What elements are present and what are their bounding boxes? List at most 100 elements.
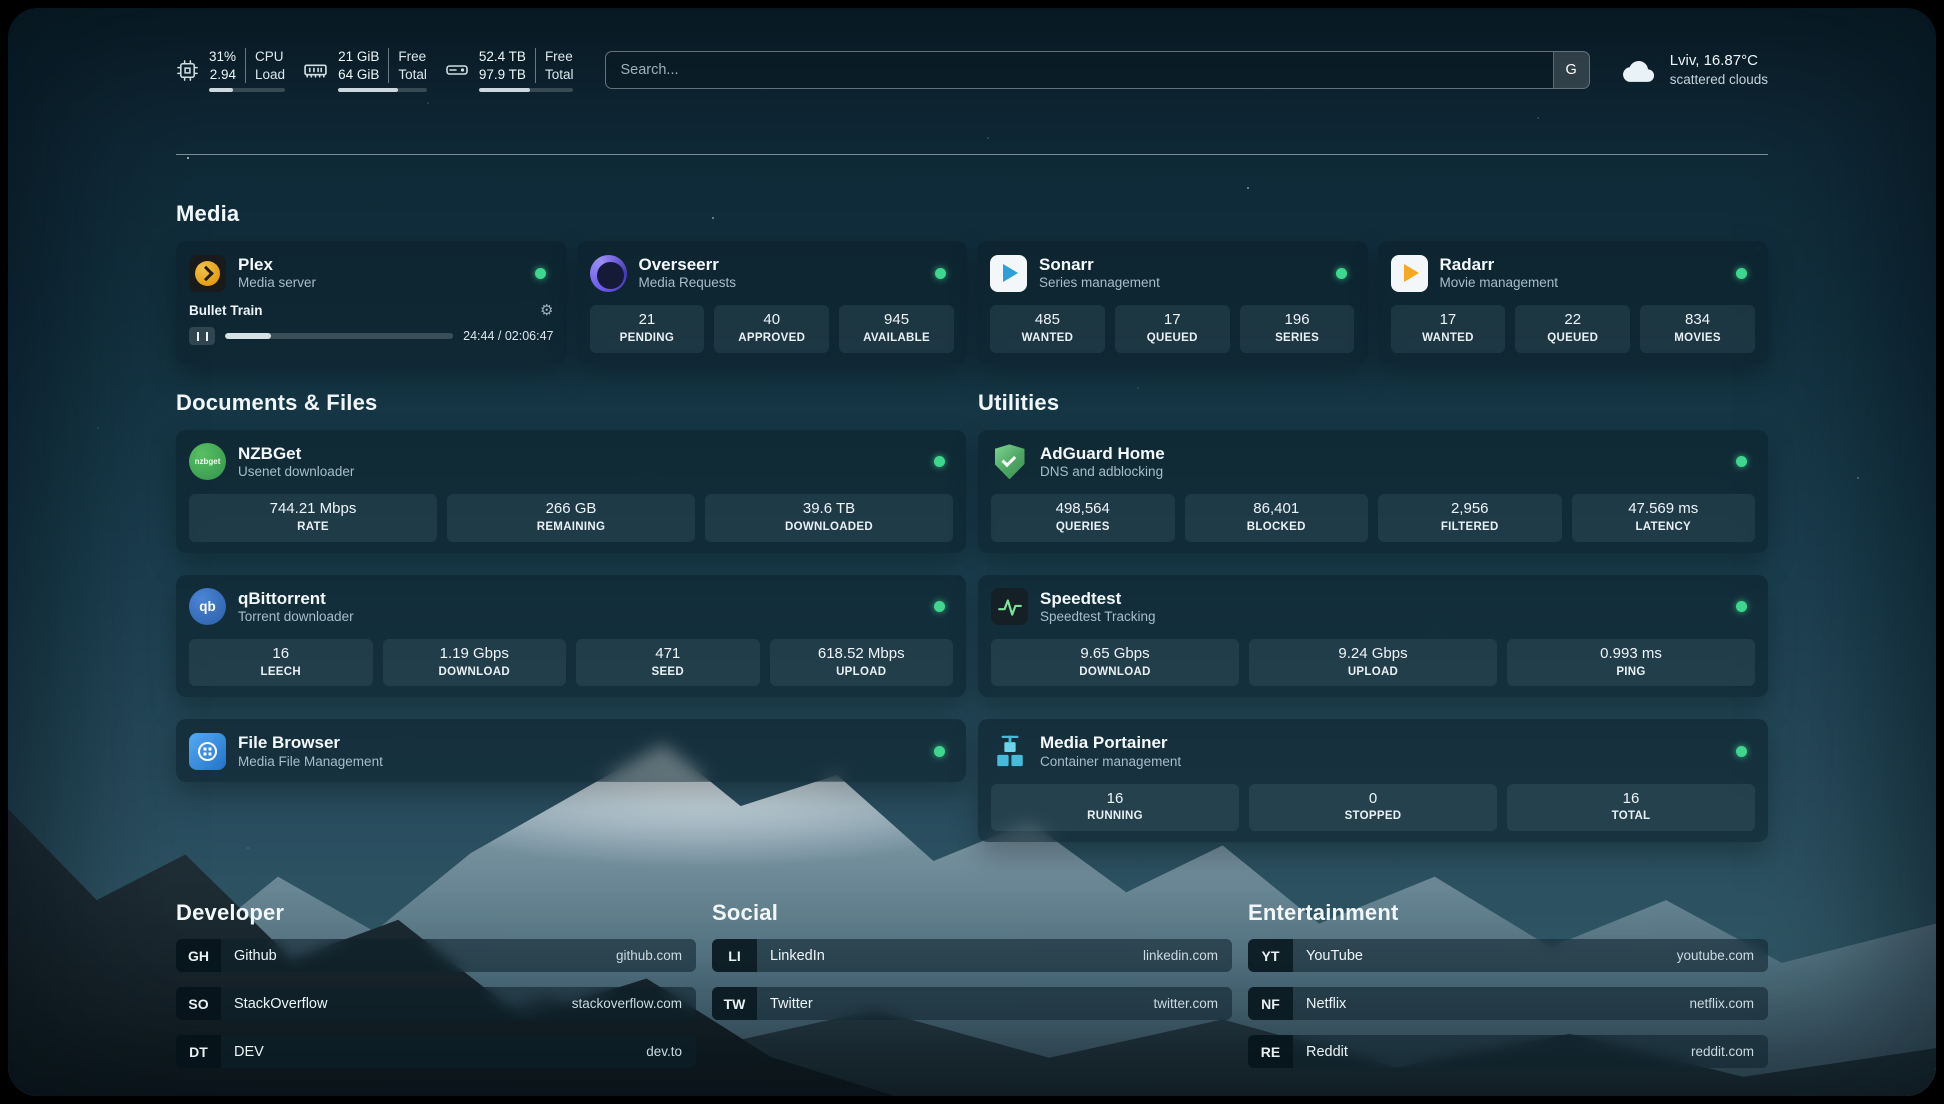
- bookmark-url: linkedin.com: [1143, 939, 1232, 972]
- disk-stat-body: 52.4 TB 97.9 TB Free Total: [479, 48, 574, 92]
- bookmark-dev[interactable]: DT DEV dev.to: [176, 1035, 696, 1068]
- bookmark-name: Netflix: [1293, 987, 1346, 1020]
- sonarr-icon: [990, 255, 1027, 292]
- pause-button[interactable]: [189, 327, 215, 345]
- disk-total-value: 97.9 TB: [479, 66, 526, 84]
- stat-movies: 834MOVIES: [1640, 305, 1755, 353]
- app-card-overseerr[interactable]: Overseerr Media Requests 21PENDING 40APP…: [577, 241, 968, 364]
- bookmark-url: netflix.com: [1689, 987, 1768, 1020]
- app-name: NZBGet: [238, 443, 354, 464]
- bookmark-name: Twitter: [757, 987, 813, 1020]
- status-dot-online: [935, 268, 946, 279]
- filebrowser-icon: [189, 733, 226, 770]
- ram-widget: 21 GiB 64 GiB Free Total: [303, 48, 427, 92]
- dashboard-content: 31% 2.94 CPU Load: [8, 8, 1936, 1068]
- plex-chevron-icon: [195, 261, 220, 286]
- bookmark-url: stackoverflow.com: [572, 987, 696, 1020]
- app-card-nzbget[interactable]: nzbget NZBGet Usenet downloader 744.21 M…: [176, 430, 966, 553]
- social-section-title: Social: [712, 900, 1232, 926]
- app-name: AdGuard Home: [1040, 443, 1165, 464]
- bookmark-github[interactable]: GH Github github.com: [176, 939, 696, 972]
- ram-progress-bar: [338, 88, 427, 92]
- app-description: DNS and adblocking: [1040, 464, 1165, 481]
- radarr-icon: [1391, 255, 1428, 292]
- bookmark-name: Github: [221, 939, 277, 972]
- stat-wanted: 17WANTED: [1391, 305, 1506, 353]
- bookmark-url: github.com: [616, 939, 696, 972]
- app-card-radarr[interactable]: Radarr Movie management 17WANTED 22QUEUE…: [1378, 241, 1769, 364]
- status-dot-online: [934, 746, 945, 757]
- stat-rate: 744.21 MbpsRATE: [189, 494, 437, 542]
- status-dot-online: [535, 268, 546, 279]
- weather-condition: scattered clouds: [1670, 71, 1768, 89]
- status-dot-online: [1336, 268, 1347, 279]
- bookmark-youtube[interactable]: YT YouTube youtube.com: [1248, 939, 1768, 972]
- bookmark-name: YouTube: [1293, 939, 1363, 972]
- section-utilities: Utilities AdGuard Home DNS and adblockin…: [978, 390, 1768, 842]
- bookmark-linkedin[interactable]: LI LinkedIn linkedin.com: [712, 939, 1232, 972]
- ram-total-value: 64 GiB: [338, 66, 379, 84]
- bookmark-stackoverflow[interactable]: SO StackOverflow stackoverflow.com: [176, 987, 696, 1020]
- section-media: Media Plex Media server Bullet Train: [176, 201, 1768, 364]
- app-card-portainer[interactable]: Media Portainer Container management 16R…: [978, 719, 1768, 842]
- section-entertainment: Entertainment YT YouTube youtube.com NF …: [1248, 900, 1768, 1068]
- nzbget-icon-label: nzbget: [195, 457, 221, 466]
- disk-total-label: Total: [545, 66, 574, 84]
- stat-available: 945AVAILABLE: [839, 305, 954, 353]
- bookmark-abbr: DT: [176, 1035, 221, 1068]
- app-card-speedtest[interactable]: Speedtest Speedtest Tracking 9.65 GbpsDO…: [978, 575, 1768, 698]
- gear-icon[interactable]: ⚙: [540, 303, 553, 318]
- stat-queued: 17QUEUED: [1115, 305, 1230, 353]
- qbittorrent-icon: qb: [189, 588, 226, 625]
- now-playing-title: Bullet Train: [189, 303, 263, 318]
- disk-icon: [445, 58, 469, 82]
- bookmark-twitter[interactable]: TW Twitter twitter.com: [712, 987, 1232, 1020]
- bookmark-url: reddit.com: [1691, 1035, 1768, 1068]
- bookmark-name: DEV: [221, 1035, 264, 1068]
- stat-total: 16TOTAL: [1507, 784, 1755, 832]
- cpu-percent: 31%: [209, 48, 236, 66]
- bookmark-reddit[interactable]: RE Reddit reddit.com: [1248, 1035, 1768, 1068]
- app-card-adguard[interactable]: AdGuard Home DNS and adblocking 498,564Q…: [978, 430, 1768, 553]
- stat-upload: 618.52 MbpsUPLOAD: [770, 639, 954, 687]
- app-card-sonarr[interactable]: Sonarr Series management 485WANTED 17QUE…: [977, 241, 1368, 364]
- shield-icon: [995, 444, 1025, 479]
- ram-icon: [303, 58, 328, 83]
- stat-upload: 9.24 GbpsUPLOAD: [1249, 639, 1497, 687]
- stat-pending: 21PENDING: [590, 305, 705, 353]
- nzbget-icon: nzbget: [189, 443, 226, 480]
- cloud-icon: [1620, 55, 1658, 85]
- status-dot-online: [934, 601, 945, 612]
- waveform-icon: [997, 594, 1023, 620]
- qbittorrent-icon-label: qb: [199, 599, 216, 614]
- bookmark-url: twitter.com: [1153, 987, 1232, 1020]
- search-bar: G: [605, 51, 1589, 89]
- bookmark-abbr: SO: [176, 987, 221, 1020]
- app-description: Usenet downloader: [238, 464, 354, 481]
- stat-approved: 40APPROVED: [714, 305, 829, 353]
- search-input[interactable]: [606, 52, 1552, 88]
- app-card-plex[interactable]: Plex Media server Bullet Train ⚙ 24:44 /…: [176, 241, 567, 364]
- stat-wanted: 485WANTED: [990, 305, 1105, 353]
- media-section-title: Media: [176, 201, 1768, 227]
- app-name: Plex: [238, 254, 316, 275]
- cpu-load-label: Load: [255, 66, 285, 84]
- filebrowser-circle-icon: [198, 742, 217, 761]
- search-engine-button[interactable]: G: [1553, 52, 1589, 88]
- stat-downloaded: 39.6 TBDOWNLOADED: [705, 494, 953, 542]
- dashboard-screen: 31% 2.94 CPU Load: [8, 8, 1936, 1096]
- disk-widget: 52.4 TB 97.9 TB Free Total: [445, 48, 574, 92]
- stat-queries: 498,564QUERIES: [991, 494, 1175, 542]
- app-card-filebrowser[interactable]: File Browser Media File Management: [176, 719, 966, 781]
- ram-stat-body: 21 GiB 64 GiB Free Total: [338, 48, 427, 92]
- header-divider: [176, 154, 1768, 155]
- app-description: Torrent downloader: [238, 609, 354, 626]
- bookmark-netflix[interactable]: NF Netflix netflix.com: [1248, 987, 1768, 1020]
- bookmark-url: youtube.com: [1677, 939, 1768, 972]
- stat-remaining: 266 GBREMAINING: [447, 494, 695, 542]
- playback-progress-bar[interactable]: [225, 333, 453, 339]
- adguard-icon: [991, 443, 1028, 480]
- status-dot-online: [1736, 268, 1747, 279]
- cpu-stat-body: 31% 2.94 CPU Load: [209, 48, 285, 92]
- app-card-qbittorrent[interactable]: qb qBittorrent Torrent downloader 16LEEC…: [176, 575, 966, 698]
